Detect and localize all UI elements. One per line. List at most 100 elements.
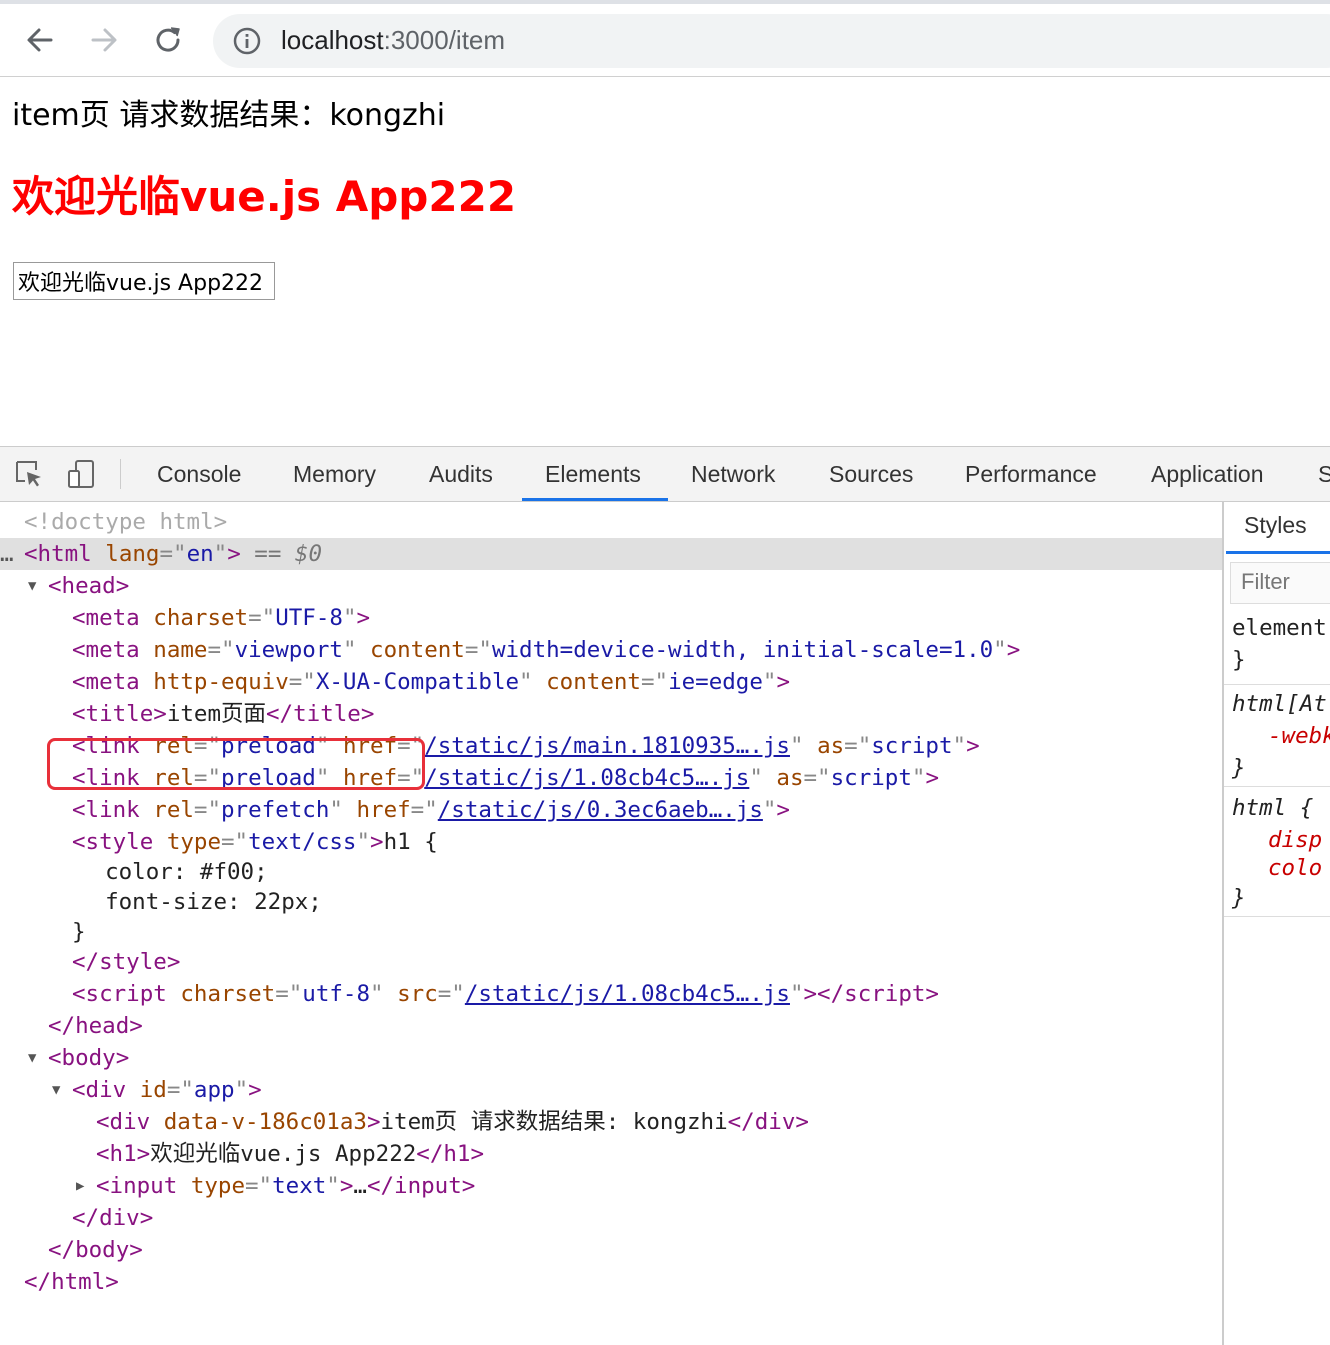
rule-property[interactable]: colo: [1268, 852, 1322, 884]
highlight-annotation-box: [47, 738, 425, 790]
dom-node-script[interactable]: <script charset="utf-8" src="/static/js/…: [0, 978, 1222, 1010]
page-heading: 欢迎光临vue.js App222: [12, 172, 517, 221]
collapsed-ellipsis: …: [353, 1173, 367, 1199]
dom-node-head[interactable]: ▼ <head>: [0, 570, 1222, 602]
device-toolbar-button[interactable]: [64, 457, 98, 491]
expand-triangle-icon[interactable]: ▼: [52, 1074, 60, 1106]
link-as-value: script: [830, 765, 912, 791]
meta-name-value: viewport: [234, 637, 343, 663]
dom-node-style[interactable]: <style type="text/css">h1 {: [0, 826, 1222, 858]
active-tab-indicator: [522, 498, 668, 501]
tab-console[interactable]: Console: [157, 447, 241, 501]
inner-div-attr: data-v-186c01a3: [163, 1109, 367, 1135]
back-arrow-icon: [27, 28, 53, 52]
dom-node-body-close[interactable]: </body>: [0, 1234, 1222, 1266]
rule-close: }: [1232, 755, 1246, 781]
dom-node-div-close[interactable]: </div>: [0, 1202, 1222, 1234]
dom-node-doctype[interactable]: <!doctype html>: [0, 506, 1222, 538]
address-bar[interactable]: localhost:3000/item: [213, 14, 1330, 68]
forward-button[interactable]: [86, 22, 122, 58]
rule-separator: [1224, 684, 1330, 685]
reload-button[interactable]: [150, 22, 186, 58]
tab-performance[interactable]: Performance: [965, 447, 1097, 501]
meta-http-equiv-value: X-UA-Compatible: [315, 669, 520, 695]
page-viewport: item页 请求数据结果：kongzhi 欢迎光临vue.js App222: [0, 77, 1330, 446]
dom-node-head-close[interactable]: </head>: [0, 1010, 1222, 1042]
dom-node-input[interactable]: ▶ <input type="text">…</input>: [0, 1170, 1222, 1202]
html-lang-value: en: [186, 541, 214, 567]
tab-sources[interactable]: Sources: [829, 447, 913, 501]
dom-node-body[interactable]: ▼ <body>: [0, 1042, 1222, 1074]
text-input[interactable]: [13, 262, 275, 300]
inner-div-text: item页 请求数据结果: kongzhi: [380, 1109, 728, 1135]
toolbar-divider: [120, 459, 121, 489]
dom-node-h1[interactable]: <h1>欢迎光临vue.js App222</h1>: [0, 1138, 1222, 1170]
inspect-element-button[interactable]: [12, 457, 46, 491]
tab-elements[interactable]: Elements: [545, 447, 641, 501]
url-text[interactable]: localhost:3000/item: [281, 24, 505, 56]
expand-triangle-icon[interactable]: ▼: [28, 1042, 36, 1074]
forward-arrow-icon: [91, 28, 117, 52]
style-css-line: color: #f00;: [78, 859, 268, 885]
styles-filter-input[interactable]: Filter: [1230, 562, 1330, 604]
rule-property[interactable]: -webk: [1268, 720, 1330, 752]
dom-node-html-close[interactable]: </html>: [0, 1266, 1222, 1298]
info-icon[interactable]: [233, 27, 261, 55]
h1-text: 欢迎光临vue.js App222: [150, 1141, 417, 1167]
rule-close: }: [1232, 647, 1246, 673]
style-css-text: }: [0, 916, 1222, 948]
dom-node-meta-http-equiv[interactable]: <meta http-equiv="X-UA-Compatible" conte…: [0, 666, 1222, 698]
div-id-value: app: [193, 1077, 235, 1103]
style-css-text: color: #f00;: [0, 856, 1222, 888]
styles-tab-indicator: [1226, 551, 1330, 554]
input-type-value: text: [272, 1173, 327, 1199]
doctype-text: <!doctype html>: [24, 509, 228, 535]
devtools-panel: Console Memory Audits Elements Network S…: [0, 446, 1330, 1345]
rule-selector[interactable]: element: [1232, 612, 1327, 644]
style-css-line: }: [72, 919, 86, 945]
rule-separator: [1224, 786, 1330, 787]
back-button[interactable]: [22, 22, 58, 58]
link-href[interactable]: /static/js/main.1810935….js: [424, 733, 790, 759]
script-charset-value: utf-8: [302, 981, 371, 1007]
tab-overflow[interactable]: S: [1318, 447, 1330, 501]
dom-node-style-close[interactable]: </style>: [0, 946, 1222, 978]
dom-tree: <!doctype html> … <html lang="en"> == $0 …: [0, 502, 1222, 1345]
tab-application[interactable]: Application: [1151, 447, 1264, 501]
browser-toolbar: localhost:3000/item: [0, 4, 1330, 77]
tab-memory[interactable]: Memory: [293, 447, 376, 501]
link-href[interactable]: /static/js/0.3ec6aeb….js: [438, 797, 763, 823]
rule-close: }: [1232, 885, 1246, 911]
rule-selector[interactable]: html[At: [1232, 688, 1327, 720]
tab-styles[interactable]: Styles: [1244, 512, 1307, 539]
styles-pane: Styles Filter element } html[At -webk } …: [1222, 502, 1330, 1345]
reload-icon: [156, 27, 180, 52]
meta-charset-value: UTF-8: [275, 605, 343, 631]
device-mode-icon: [68, 460, 94, 488]
script-src-link[interactable]: /static/js/1.08cb4c5….js: [465, 981, 790, 1007]
style-css-line: font-size: 22px;: [78, 889, 322, 915]
tab-network[interactable]: Network: [691, 447, 775, 501]
dom-node-inner-div[interactable]: <div data-v-186c01a3>item页 请求数据结果: kongz…: [0, 1106, 1222, 1138]
tab-audits[interactable]: Audits: [429, 447, 493, 501]
link-href[interactable]: /static/js/1.08cb4c5….js: [424, 765, 749, 791]
style-css-text: font-size: 22px;: [0, 886, 1222, 918]
link-rel-value: prefetch: [221, 797, 330, 823]
request-result-text: item页 请求数据结果：kongzhi: [12, 98, 446, 133]
dom-node-link-prefetch[interactable]: <link rel="prefetch" href="/static/js/0.…: [0, 794, 1222, 826]
dom-node-title[interactable]: <title>item页面</title>: [0, 698, 1222, 730]
collapse-triangle-icon[interactable]: ▶: [76, 1170, 84, 1202]
url-path: :3000/item: [383, 25, 506, 55]
rule-separator: [1224, 916, 1330, 917]
rule-selector[interactable]: html {: [1232, 792, 1313, 824]
filter-placeholder: Filter: [1241, 569, 1290, 594]
dom-node-html[interactable]: … <html lang="en"> == $0: [0, 538, 1222, 570]
ellipsis-menu[interactable]: …: [0, 538, 14, 570]
expand-triangle-icon[interactable]: ▼: [28, 570, 36, 602]
dom-node-meta-charset[interactable]: <meta charset="UTF-8">: [0, 602, 1222, 634]
url-host: localhost: [281, 25, 384, 55]
dom-node-meta-viewport[interactable]: <meta name="viewport" content="width=dev…: [0, 634, 1222, 666]
dom-node-div-app[interactable]: ▼ <div id="app">: [0, 1074, 1222, 1106]
console-ref: == $0: [254, 541, 323, 567]
title-text: item页面: [166, 701, 267, 727]
